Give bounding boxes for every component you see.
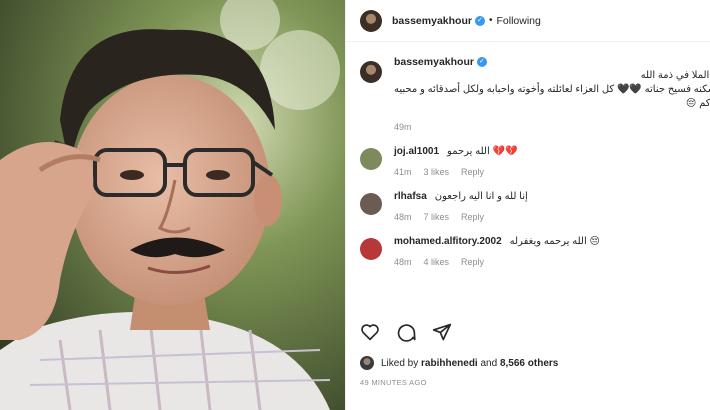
liked-by-user[interactable]: rabihhenedi bbox=[421, 358, 478, 369]
caption-line: رحمه الله واسكنه فسيح جناته 🖤🖤 كل العزاء… bbox=[394, 84, 710, 95]
verified-badge-icon: ✓ bbox=[476, 57, 487, 67]
heart-icon[interactable] bbox=[360, 323, 380, 341]
comment-item: rlhafsa إنا لله و انا اليه راجعون 48m 7 … bbox=[360, 191, 696, 222]
share-icon[interactable] bbox=[432, 322, 452, 342]
commenter-avatar[interactable] bbox=[360, 238, 382, 260]
caption-line: المخرج بسام الملا في ذمة الله bbox=[640, 70, 710, 81]
comments-list[interactable]: bassemyakhour ✓ المخرج بسام الملا في ذمة… bbox=[346, 42, 710, 349]
post-caption: bassemyakhour ✓ المخرج بسام الملا في ذمة… bbox=[360, 56, 710, 132]
comment-text: الله يرحمه ويغفرله 😔 bbox=[509, 236, 600, 247]
comment-item: joj.al1001 الله يرحمو 💔💔 41m 3 likes Rep… bbox=[360, 146, 696, 177]
post-header: bassemyakhour ✓ • Following bbox=[346, 0, 710, 42]
caption-line: عظم الله أجركم 😔 bbox=[685, 98, 710, 109]
commenter-avatar[interactable] bbox=[360, 193, 382, 215]
caption-username[interactable]: bassemyakhour bbox=[394, 56, 474, 68]
post-panel: bassemyakhour ✓ • Following bassemyakhou… bbox=[345, 0, 710, 410]
caption-timestamp[interactable]: 49m bbox=[394, 122, 710, 132]
portrait-image bbox=[0, 0, 345, 410]
caption-avatar[interactable] bbox=[360, 61, 382, 83]
comment-likes[interactable]: 4 likes bbox=[424, 257, 450, 267]
following-button[interactable]: Following bbox=[496, 15, 540, 27]
post-timestamp[interactable]: 49 MINUTES AGO bbox=[360, 378, 427, 387]
author-avatar[interactable] bbox=[360, 9, 382, 32]
commenter-username[interactable]: rlhafsa bbox=[394, 191, 427, 202]
author-username[interactable]: bassemyakhour bbox=[392, 15, 472, 27]
commenter-avatar[interactable] bbox=[360, 148, 382, 170]
reply-button[interactable]: Reply bbox=[461, 167, 484, 177]
header-separator: • bbox=[488, 15, 493, 26]
reply-button[interactable]: Reply bbox=[461, 212, 484, 222]
comment-time[interactable]: 48m bbox=[394, 257, 412, 267]
comment-text: الله يرحمو 💔💔 bbox=[447, 146, 518, 157]
post-photo[interactable] bbox=[0, 0, 345, 410]
comment-item: mohamed.alfitory.2002 الله يرحمه ويغفرله… bbox=[360, 236, 696, 267]
comment-time[interactable]: 48m bbox=[394, 212, 412, 222]
liked-by-prefix: Liked by bbox=[381, 357, 419, 369]
reply-button[interactable]: Reply bbox=[461, 257, 484, 267]
comment-time[interactable]: 41m bbox=[394, 167, 412, 177]
liker-avatar[interactable] bbox=[360, 356, 374, 370]
verified-badge-icon: ✓ bbox=[474, 15, 485, 26]
commenter-username[interactable]: mohamed.alfitory.2002 bbox=[394, 236, 502, 247]
comment-text: إنا لله و انا اليه راجعون bbox=[434, 191, 528, 202]
comment-likes[interactable]: 7 likes bbox=[424, 212, 450, 222]
post-actions bbox=[360, 322, 452, 342]
commenter-username[interactable]: joj.al1001 bbox=[394, 146, 439, 157]
likes-count[interactable]: 8,566 others bbox=[500, 358, 558, 369]
likes-summary: Liked by rabihhenedi and 8,566 others bbox=[360, 356, 558, 370]
comment-icon[interactable] bbox=[396, 322, 416, 342]
liked-by-and: and bbox=[480, 357, 498, 369]
comment-likes[interactable]: 3 likes bbox=[424, 167, 450, 177]
